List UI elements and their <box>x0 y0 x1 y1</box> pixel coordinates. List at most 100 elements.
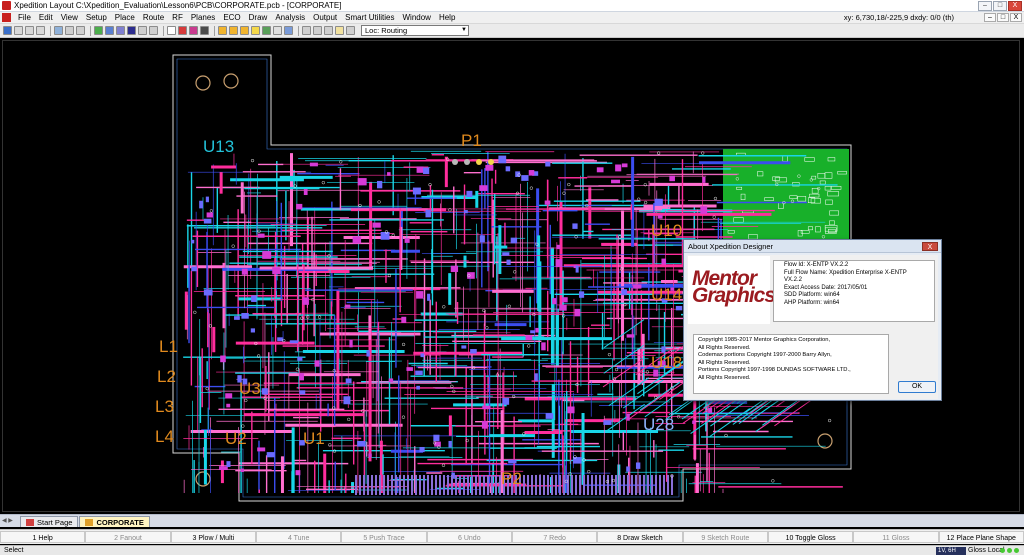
via <box>401 415 406 419</box>
menu-eco[interactable]: ECO <box>219 13 244 22</box>
document-minimize-button[interactable]: – <box>984 13 996 22</box>
close-button[interactable]: X <box>1008 1 1022 11</box>
edge-connector-finger <box>443 475 445 495</box>
design-rules-icon[interactable] <box>54 26 63 35</box>
component-pad <box>423 167 430 174</box>
via-icon[interactable] <box>284 26 293 35</box>
menu-smart-utilities[interactable]: Smart Utilities <box>341 13 398 22</box>
net-icon[interactable] <box>116 26 125 35</box>
fanout-icon[interactable] <box>218 26 227 35</box>
edge-connector-finger <box>471 475 473 495</box>
component-pad <box>700 206 708 214</box>
route-mode-icon[interactable] <box>189 26 198 35</box>
parts-icon[interactable] <box>105 26 114 35</box>
menu-setup[interactable]: Setup <box>82 13 111 22</box>
version-info-box[interactable]: Flow Id: X-ENTP VX.2.2 Full Flow Name: X… <box>773 260 935 322</box>
ok-button[interactable]: OK <box>898 381 936 393</box>
fkey-11-gloss[interactable]: 11 Gloss <box>853 531 939 543</box>
select-arrow-icon[interactable] <box>167 26 176 35</box>
app-icon[interactable] <box>2 1 11 10</box>
component-pad <box>535 327 539 333</box>
edge-connector-finger <box>495 475 497 495</box>
edge-connector-finger <box>539 475 541 495</box>
fkey-1-help[interactable]: 1 Help <box>0 531 86 543</box>
fkey-10-toggle-gloss[interactable]: 10 Toggle Gloss <box>767 531 854 543</box>
layers-icon[interactable] <box>127 26 136 35</box>
query-icon[interactable] <box>313 26 322 35</box>
edge-connector-finger <box>627 475 629 495</box>
menu-help[interactable]: Help <box>435 13 459 22</box>
tab-start-page[interactable]: Start Page <box>20 516 79 527</box>
via <box>241 424 245 428</box>
editor-control-icon[interactable] <box>94 26 103 35</box>
menu-file[interactable]: File <box>14 13 35 22</box>
edge-connector-finger <box>579 475 581 495</box>
pcb-label-u3: U3 <box>239 379 261 398</box>
find-icon[interactable] <box>346 26 355 35</box>
via <box>507 304 511 308</box>
via <box>527 344 531 348</box>
tab-scroll-arrows[interactable]: ◀ ▶ <box>2 517 16 526</box>
edge-connector-finger <box>383 475 385 495</box>
drc-icon[interactable] <box>251 26 260 35</box>
document-icon[interactable] <box>2 13 11 22</box>
fkey-4-tune[interactable]: 4 Tune <box>255 531 342 543</box>
menu-output[interactable]: Output <box>309 13 341 22</box>
component-pad <box>401 316 407 323</box>
document-close-button[interactable]: X <box>1010 13 1022 22</box>
edge-connector-finger <box>599 475 601 495</box>
gloss-icon[interactable] <box>240 26 249 35</box>
via <box>485 326 489 330</box>
menu-view[interactable]: View <box>57 13 82 22</box>
edge-connector-finger <box>623 475 625 495</box>
menu-window[interactable]: Window <box>398 13 434 22</box>
component-pad <box>199 200 203 209</box>
copyright-box[interactable]: Copyright 1985-2017 Mentor Graphics Corp… <box>693 334 889 394</box>
menu-planes[interactable]: Planes <box>187 13 219 22</box>
place-mode-icon[interactable] <box>178 26 187 35</box>
menu-route[interactable]: Route <box>139 13 168 22</box>
save-icon[interactable] <box>3 26 12 35</box>
properties-icon[interactable] <box>65 26 74 35</box>
zoom-icon[interactable] <box>138 26 147 35</box>
component-pad <box>262 251 272 259</box>
menu-analysis[interactable]: Analysis <box>271 13 309 22</box>
component-pad <box>498 155 507 164</box>
draw-mode-icon[interactable] <box>200 26 209 35</box>
menu-draw[interactable]: Draw <box>245 13 272 22</box>
fkey-12-place-plane-shape[interactable]: 12 Place Plane Shape <box>938 531 1024 543</box>
print-icon[interactable] <box>14 26 23 35</box>
filter-icon[interactable] <box>324 26 333 35</box>
tune-icon[interactable] <box>229 26 238 35</box>
menu-place[interactable]: Place <box>111 13 139 22</box>
chevron-down-icon[interactable]: ▼ <box>461 26 467 35</box>
component-pad <box>669 175 675 182</box>
info-line: VX.2.2 <box>784 277 803 283</box>
via <box>244 398 248 403</box>
document-restore-button[interactable]: □ <box>997 13 1009 22</box>
pin-icon[interactable] <box>273 26 282 35</box>
fkey-2-fanout[interactable]: 2 Fanout <box>85 531 171 543</box>
minimize-button[interactable]: – <box>978 1 992 11</box>
fkey-3-plow-multi[interactable]: 3 Plow / Multi <box>170 531 256 543</box>
plane-icon[interactable] <box>262 26 271 35</box>
redo-icon[interactable] <box>36 26 45 35</box>
undo-icon[interactable] <box>25 26 34 35</box>
about-dialog-close-button[interactable]: X <box>922 242 938 251</box>
display-scheme-select[interactable]: Loc: Routing ▼ <box>361 25 469 36</box>
scheme-icon[interactable] <box>335 26 344 35</box>
fkey-6-undo[interactable]: 6 Undo <box>426 531 512 543</box>
display-control-icon[interactable] <box>76 26 85 35</box>
fkey-8-draw-sketch[interactable]: 8 Draw Sketch <box>597 531 683 543</box>
pan-icon[interactable] <box>149 26 158 35</box>
menu-edit[interactable]: Edit <box>35 13 57 22</box>
tab-corporate[interactable]: CORPORATE <box>79 516 150 527</box>
menu-rf[interactable]: RF <box>168 13 187 22</box>
edge-connector-finger <box>667 475 669 495</box>
maximize-button[interactable]: □ <box>993 1 1007 11</box>
measure-icon[interactable] <box>302 26 311 35</box>
fkey-7-redo[interactable]: 7 Redo <box>511 531 598 543</box>
fkey-5-push-trace[interactable]: 5 Push Trace <box>341 531 427 543</box>
via <box>231 244 235 248</box>
fkey-9-sketch-route[interactable]: 9 Sketch Route <box>682 531 768 543</box>
